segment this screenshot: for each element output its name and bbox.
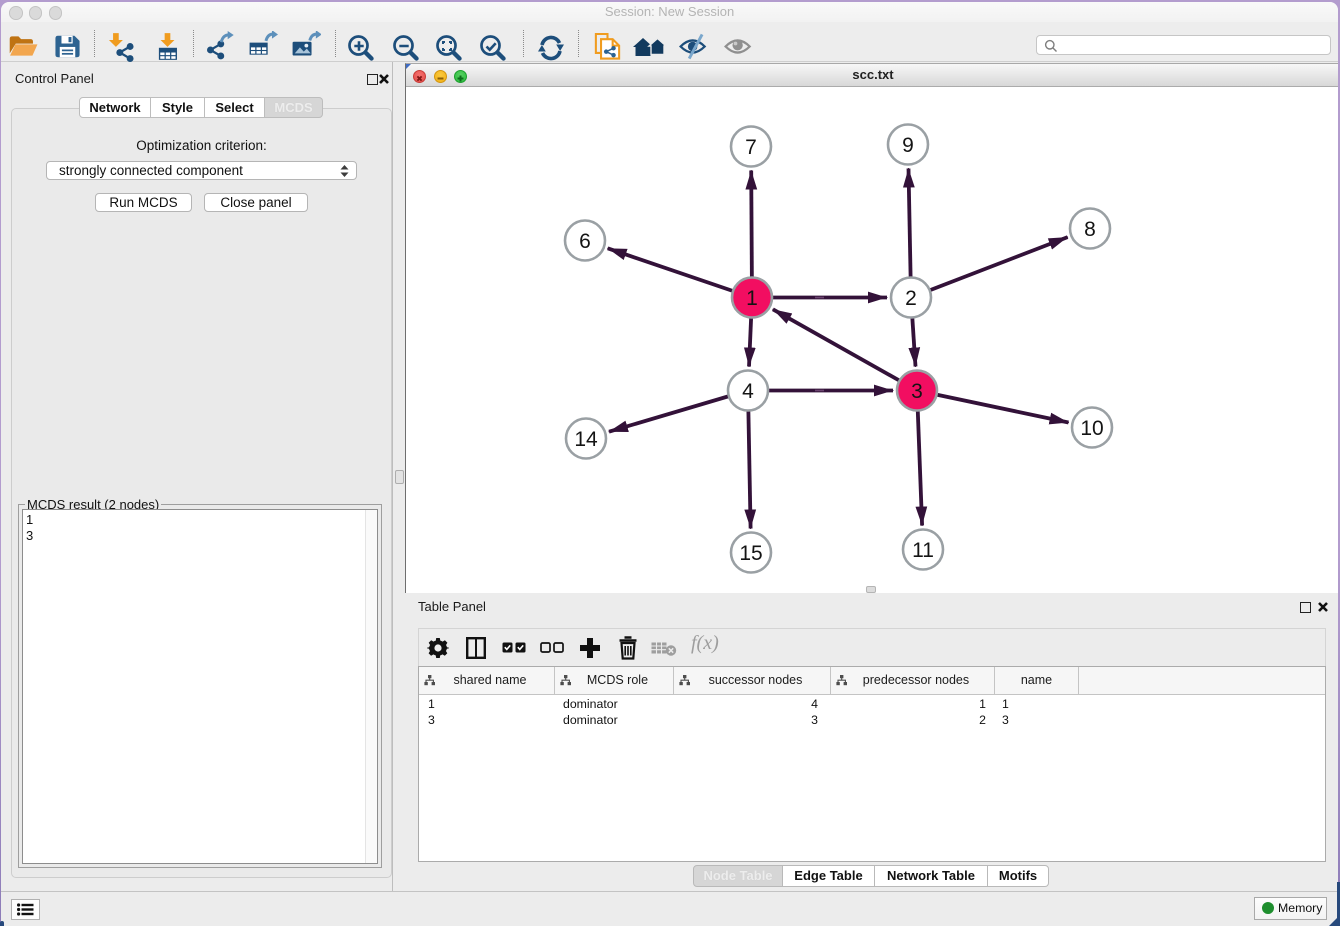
svg-text:15: 15 bbox=[739, 542, 762, 565]
svg-text:14: 14 bbox=[574, 428, 598, 451]
svg-text:8: 8 bbox=[1084, 218, 1096, 241]
svg-text:11: 11 bbox=[912, 539, 934, 562]
svg-text:1: 1 bbox=[746, 287, 758, 310]
svg-text:4: 4 bbox=[742, 380, 754, 403]
svg-text:6: 6 bbox=[579, 230, 591, 253]
svg-text:2: 2 bbox=[905, 287, 917, 310]
svg-text:9: 9 bbox=[902, 134, 914, 157]
svg-text:3: 3 bbox=[911, 380, 923, 403]
svg-text:10: 10 bbox=[1080, 417, 1103, 440]
svg-text:7: 7 bbox=[745, 136, 757, 159]
